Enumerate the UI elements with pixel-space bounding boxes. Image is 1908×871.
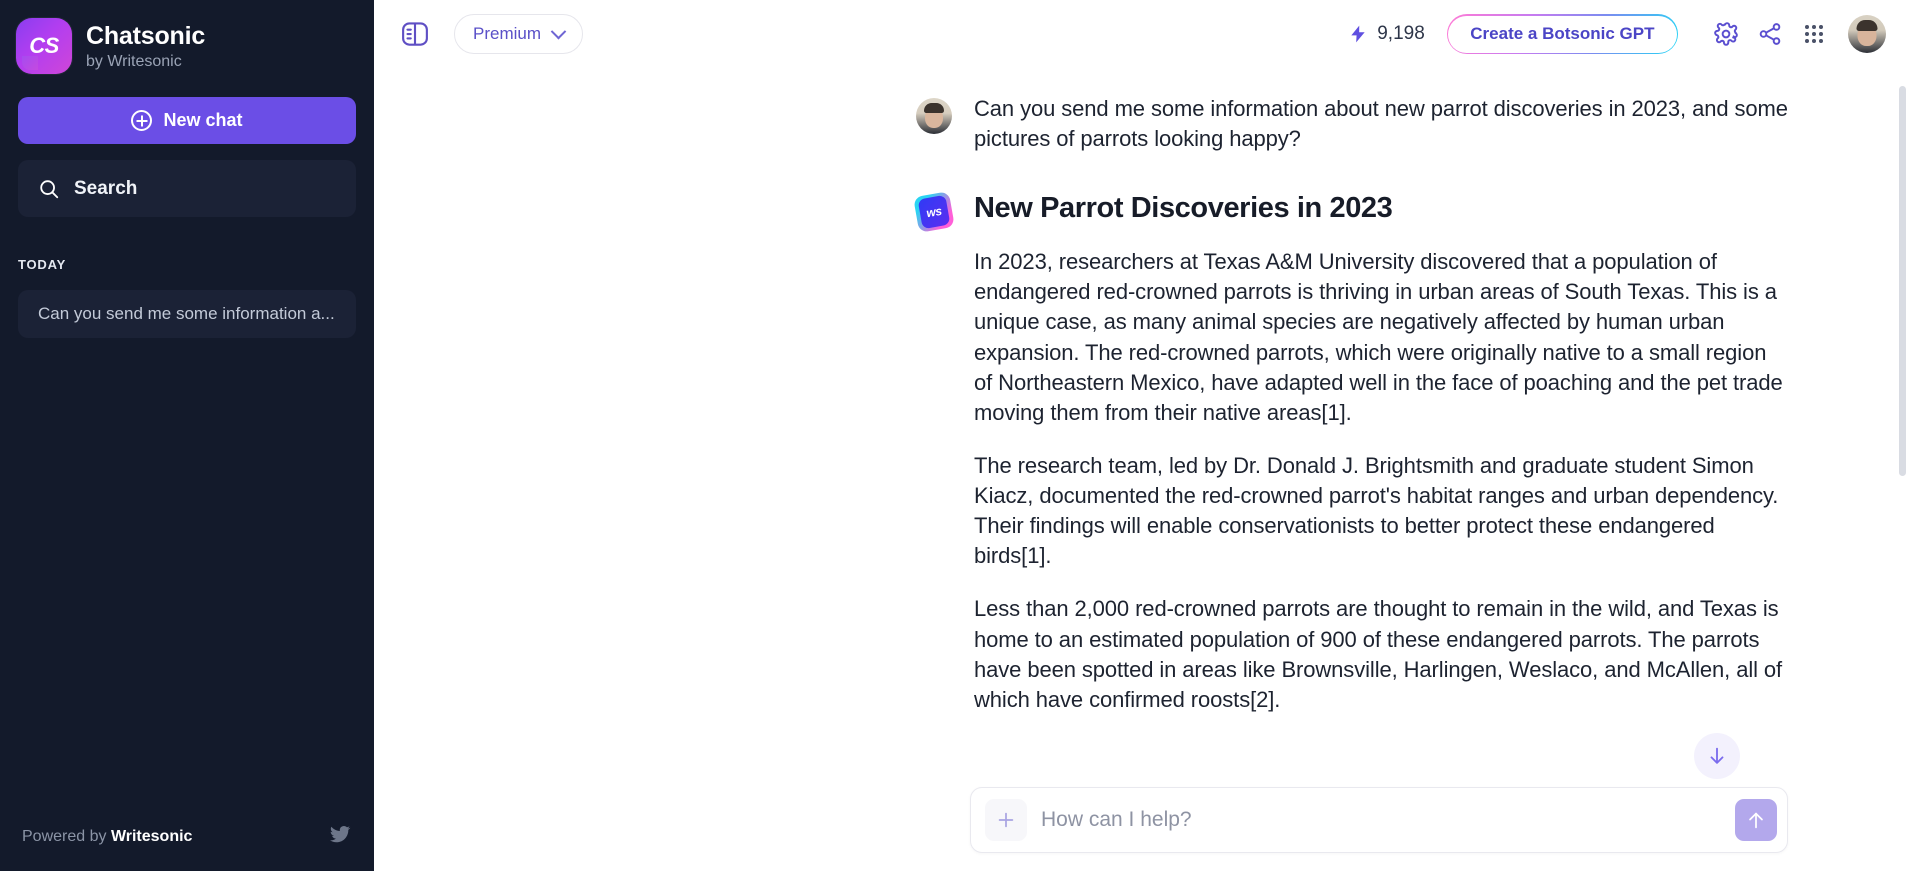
sidebar-footer: Powered by Writesonic [0,822,374,871]
assistant-paragraph: In 2023, researchers at Texas A&M Univer… [974,247,1788,428]
arrow-down-icon [1706,745,1728,767]
chat-input[interactable] [1027,808,1735,832]
brand-title: Chatsonic [86,22,205,50]
brand: CS Chatsonic by Writesonic [0,0,374,74]
credits-indicator[interactable]: 9,198 [1348,23,1425,45]
gear-icon [1713,21,1739,47]
powered-brand: Writesonic [111,828,193,845]
history-item-title: Can you send me some information a... [38,304,335,324]
apps-grid-icon [1802,22,1826,46]
powered-prefix: Powered by [22,828,111,845]
app-root: CS Chatsonic by Writesonic New chat Sear… [0,0,1908,871]
assistant-paragraph: Less than 2,000 red-crowned parrots are … [974,594,1788,715]
settings-button[interactable] [1704,12,1748,56]
search-icon [38,178,60,200]
plus-circle-icon [131,110,152,131]
user-avatar [916,98,952,134]
plan-label: Premium [473,24,541,44]
conversation: Can you send me some information about n… [374,68,1908,787]
sidebar: CS Chatsonic by Writesonic New chat Sear… [0,0,374,871]
history-list: Can you send me some information a... [18,290,356,338]
writesonic-logo-icon: ws [916,194,952,230]
twitter-icon [328,822,352,846]
arrow-up-icon [1745,809,1767,831]
chevron-down-icon [551,23,567,39]
new-chat-label: New chat [163,110,242,131]
brand-subtitle: by Writesonic [86,53,205,71]
list-item[interactable]: Can you send me some information a... [18,290,356,338]
share-button[interactable] [1748,12,1792,56]
apps-grid-button[interactable] [1792,12,1836,56]
composer-area [374,787,1908,871]
panel-toggle-button[interactable] [400,19,430,49]
writesonic-logo-text: ws [925,204,943,220]
user-message-text: Can you send me some information about n… [974,94,1788,154]
attach-button[interactable] [985,799,1027,841]
history-section-label: TODAY [18,257,374,272]
assistant-title: New Parrot Discoveries in 2023 [974,190,1788,225]
search-label: Search [74,178,137,200]
topbar: Premium 9,198 Create a Botsonic GPT [374,0,1908,68]
new-chat-button[interactable]: New chat [18,97,356,144]
conversation-scroll-area: Can you send me some information about n… [374,68,1908,787]
create-botsonic-gpt-button[interactable]: Create a Botsonic GPT [1447,14,1678,54]
scrollbar[interactable] [1899,68,1906,787]
assistant-message: ws New Parrot Discoveries in 2023 In 202… [374,190,1908,715]
main-panel: Premium 9,198 Create a Botsonic GPT [374,0,1908,871]
scroll-to-bottom-button[interactable] [1694,733,1740,779]
powered-by-label: Powered by Writesonic [22,828,192,846]
scrollbar-thumb[interactable] [1899,86,1906,476]
topbar-actions: 9,198 Create a Botsonic GPT [1348,12,1886,56]
brand-logo-text: CS [29,33,59,59]
composer [970,787,1788,853]
chatsonic-logo-icon: CS [16,18,72,74]
assistant-body: In 2023, researchers at Texas A&M Univer… [974,247,1788,715]
share-icon [1757,21,1783,47]
plan-selector[interactable]: Premium [454,14,583,54]
twitter-link[interactable] [328,822,352,851]
avatar[interactable] [1848,15,1886,53]
lightning-bolt-icon [1348,23,1368,45]
plus-icon [995,809,1017,831]
assistant-paragraph: The research team, led by Dr. Donald J. … [974,451,1788,572]
search-button[interactable]: Search [18,160,356,217]
create-botsonic-gpt-label: Create a Botsonic GPT [1470,24,1654,44]
user-message: Can you send me some information about n… [374,94,1908,154]
credits-value: 9,198 [1377,23,1425,45]
panel-toggle-icon [400,19,430,49]
send-button[interactable] [1735,799,1777,841]
